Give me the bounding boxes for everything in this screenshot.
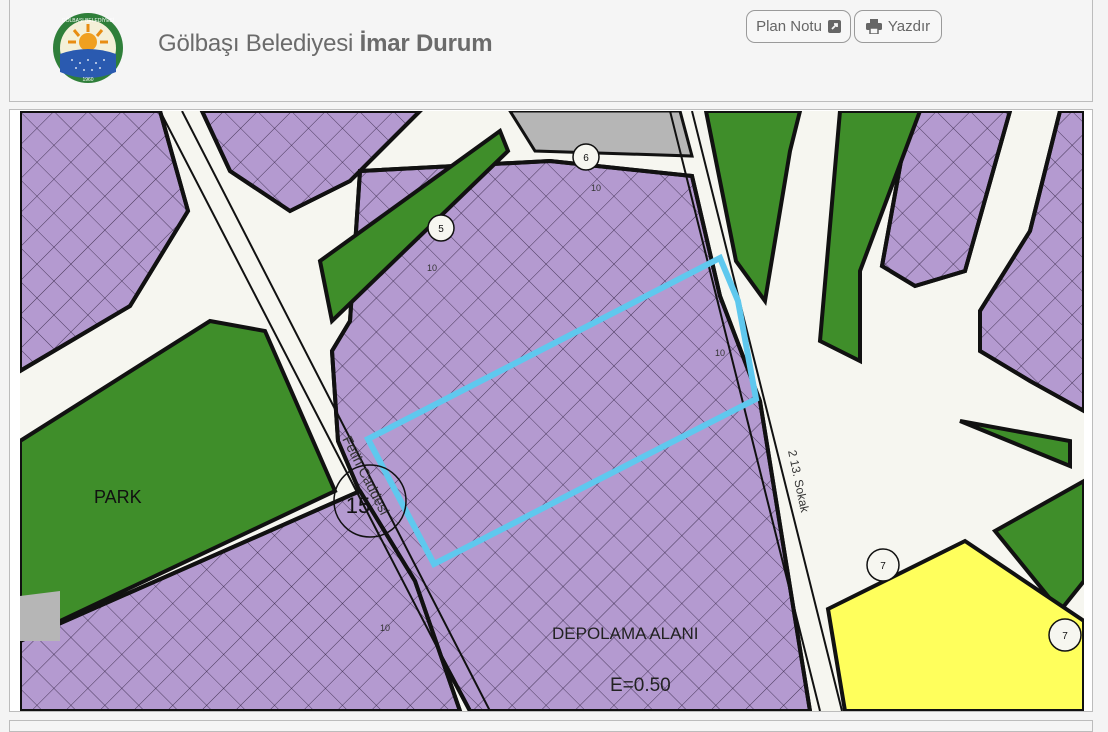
road-marker-3: 7 (880, 561, 886, 572)
logo-year: 1960 (82, 77, 93, 83)
bottom-bar (9, 720, 1093, 732)
plan-note-label: Plan Notu (756, 18, 822, 35)
density-label: E=0.50 (610, 675, 671, 696)
gray-block (508, 111, 694, 158)
park-label: PARK (94, 487, 142, 507)
print-button[interactable]: Yazdır (854, 10, 942, 43)
zoning-map[interactable]: 6 5 7 7 10 10 10 10 15 Fetih Caddesi 2 1… (20, 111, 1084, 711)
gray-block-left (20, 591, 60, 641)
header: GÖLBAŞI BELEDİYESİ 1960 Gölbaşı Belediye… (9, 0, 1093, 102)
road-width-label: 15 (346, 493, 370, 518)
page-title-strong: İmar Durum (359, 30, 493, 57)
elevation-mark-3: 10 (715, 348, 725, 358)
logo-top-text: GÖLBAŞI BELEDİYESİ (62, 17, 115, 24)
elevation-mark-4: 10 (380, 623, 390, 633)
printer-icon (865, 19, 882, 34)
plan-note-button[interactable]: Plan Notu (746, 10, 851, 43)
municipality-logo: GÖLBAŞI BELEDİYESİ 1960 (53, 13, 123, 83)
road-marker-2: 5 (438, 224, 444, 235)
elevation-mark-2: 10 (427, 263, 437, 273)
road-marker-1: 6 (583, 153, 589, 164)
elevation-mark-1: 10 (591, 183, 601, 193)
print-label: Yazdır (887, 18, 931, 35)
storage-area-label: DEPOLAMA ALANI (552, 624, 698, 643)
road-marker-4: 7 (1062, 631, 1068, 642)
municipality-name: Gölbaşı Belediyesi (158, 30, 354, 57)
map-frame: 6 5 7 7 10 10 10 10 15 Fetih Caddesi 2 1… (9, 109, 1093, 712)
page-title: Gölbaşı Belediyesi İmar Durum (158, 30, 493, 58)
external-link-icon (827, 20, 841, 33)
